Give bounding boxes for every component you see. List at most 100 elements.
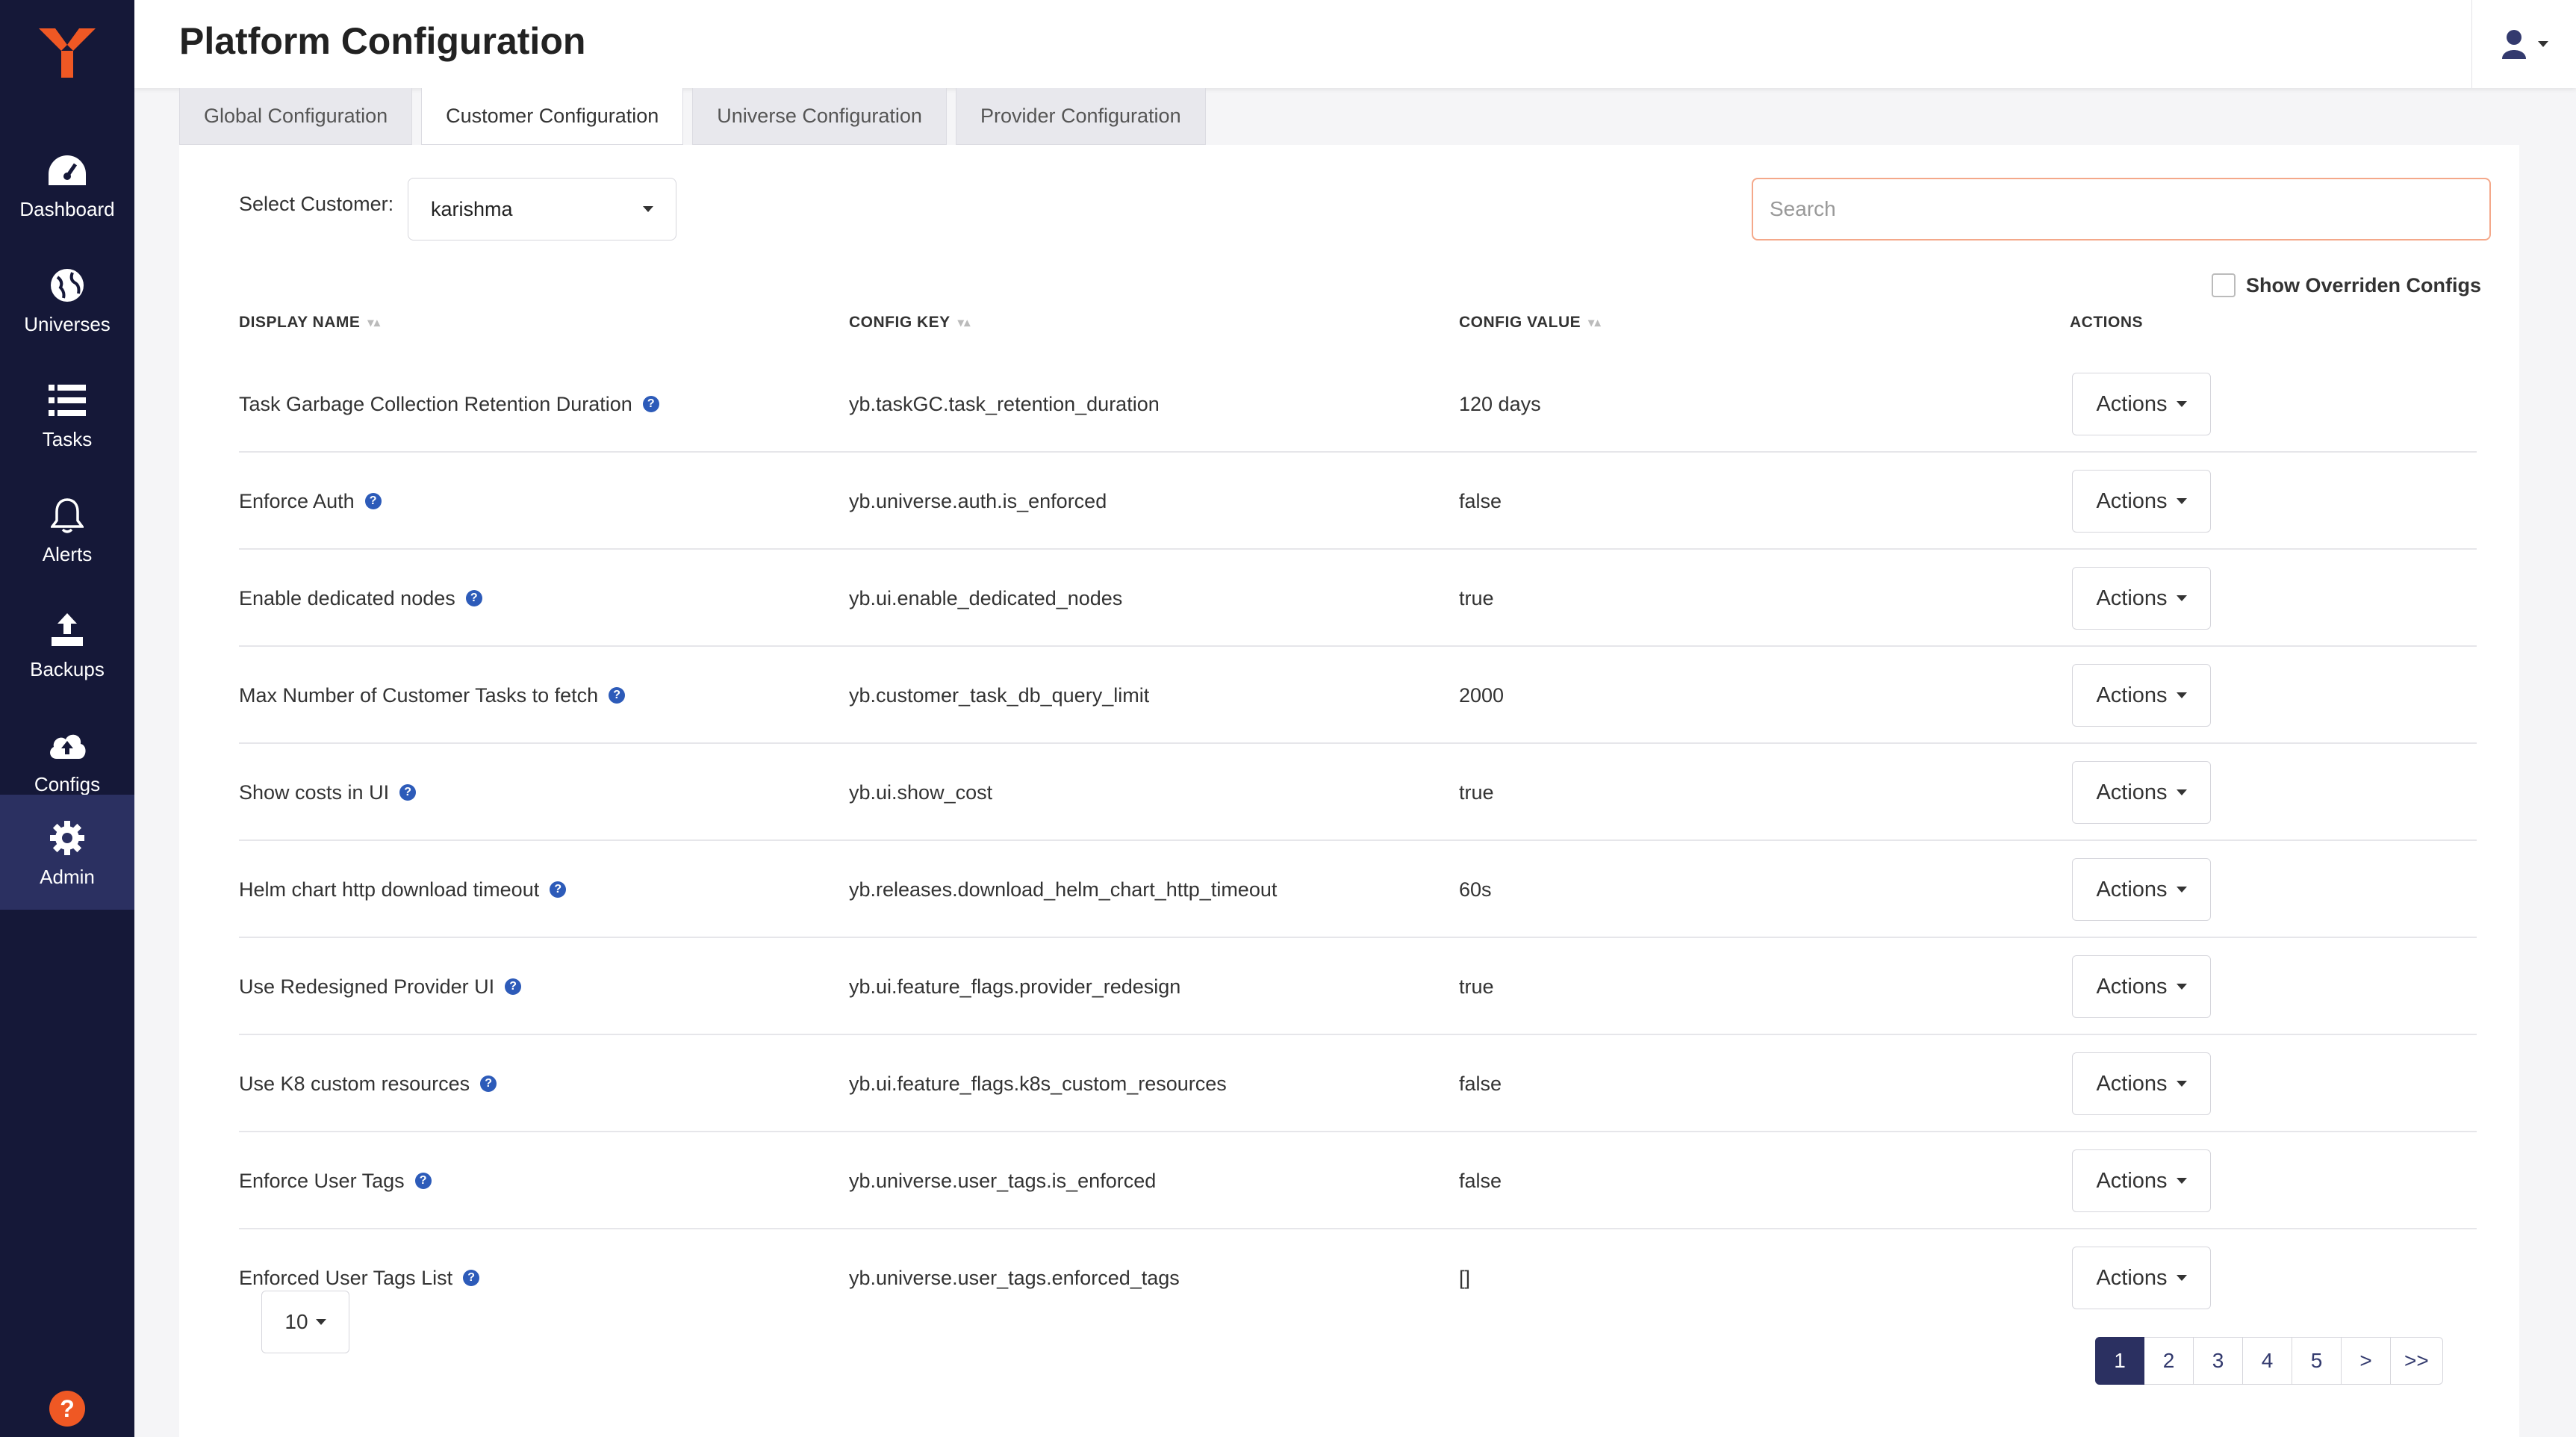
actions-button[interactable]: Actions	[2072, 955, 2211, 1018]
column-header-config-value[interactable]: CONFIG VALUE ▾▴	[1459, 314, 1601, 332]
show-overridden-toggle[interactable]: Show Overriden Configs	[2212, 273, 2481, 297]
actions-button[interactable]: Actions	[2072, 1247, 2211, 1309]
display-name-cell: Use K8 custom resources?	[239, 1035, 497, 1132]
config-value-cell: true	[1459, 780, 1494, 804]
bell-icon	[46, 494, 89, 537]
actions-button[interactable]: Actions	[2072, 664, 2211, 727]
last-page-button[interactable]: >>	[2391, 1337, 2443, 1385]
user-menu[interactable]	[2471, 0, 2576, 88]
actions-label: Actions	[2096, 391, 2168, 416]
page-size-value: 10	[284, 1310, 308, 1333]
column-header-label: ACTIONS	[2070, 314, 2143, 331]
display-name: Enforced User Tags List	[239, 1266, 453, 1289]
yugabyte-logo[interactable]	[39, 28, 96, 78]
chevron-down-icon	[2176, 1275, 2187, 1281]
config-key-cell: yb.taskGC.task_retention_duration	[849, 392, 1160, 415]
info-icon[interactable]: ?	[465, 590, 482, 606]
chevron-down-icon	[315, 1319, 326, 1325]
actions-button[interactable]: Actions	[2072, 1149, 2211, 1212]
actions-label: Actions	[2096, 586, 2168, 610]
table-row: Task Garbage Collection Retention Durati…	[239, 356, 2477, 453]
sidebar-item-label: Dashboard	[19, 197, 115, 220]
column-header-display-name[interactable]: DISPLAY NAME ▾▴	[239, 314, 380, 332]
column-header-label: CONFIG VALUE	[1459, 314, 1581, 331]
page-title: Platform Configuration	[179, 20, 586, 62]
display-name-cell: Max Number of Customer Tasks to fetch?	[239, 647, 626, 744]
actions-button[interactable]: Actions	[2072, 373, 2211, 435]
customer-select[interactable]: karishma	[408, 178, 676, 240]
sidebar: Dashboard Universes Tasks Alerts Backups…	[0, 0, 134, 1437]
actions-button[interactable]: Actions	[2072, 567, 2211, 630]
column-header-label: CONFIG KEY	[849, 314, 951, 331]
sidebar-item-backups[interactable]: Backups	[0, 587, 134, 702]
page-button-5[interactable]: 5	[2292, 1337, 2342, 1385]
page-button-2[interactable]: 2	[2144, 1337, 2194, 1385]
config-value-cell: 60s	[1459, 878, 1492, 901]
column-header-actions: ACTIONS	[2070, 314, 2143, 332]
display-name: Enable dedicated nodes	[239, 586, 455, 609]
display-name-cell: Helm chart http download timeout?	[239, 841, 567, 938]
next-page-button[interactable]: >	[2342, 1337, 2391, 1385]
actions-button[interactable]: Actions	[2072, 1052, 2211, 1115]
page-size-select[interactable]: 10	[261, 1291, 349, 1353]
sidebar-item-label: Universes	[24, 312, 111, 335]
display-name: Enforce User Tags	[239, 1169, 405, 1192]
sidebar-item-dashboard[interactable]: Dashboard	[0, 127, 134, 242]
actions-label: Actions	[2096, 877, 2168, 901]
actions-button[interactable]: Actions	[2072, 761, 2211, 824]
table-row: Use Redesigned Provider UI? yb.ui.feature…	[239, 938, 2477, 1035]
help-icon[interactable]: ?	[49, 1391, 85, 1427]
config-value-cell: false	[1459, 1169, 1502, 1192]
actions-button[interactable]: Actions	[2072, 858, 2211, 921]
actions-button[interactable]: Actions	[2072, 470, 2211, 533]
display-name: Task Garbage Collection Retention Durati…	[239, 392, 632, 415]
info-icon[interactable]: ?	[609, 687, 626, 704]
select-customer-label: Select Customer:	[239, 193, 394, 215]
display-name: Helm chart http download timeout	[239, 878, 540, 901]
sidebar-item-admin[interactable]: Admin	[0, 795, 134, 910]
sidebar-item-label: Tasks	[42, 427, 93, 450]
customer-select-value: karishma	[431, 197, 513, 220]
info-icon[interactable]: ?	[480, 1076, 497, 1092]
table-row: Enforce User Tags? yb.universe.user_tags.…	[239, 1132, 2477, 1229]
config-value-cell: false	[1459, 1072, 1502, 1095]
sidebar-item-universes[interactable]: Universes	[0, 242, 134, 357]
tab-provider-configuration[interactable]: Provider Configuration	[955, 88, 1206, 145]
page-button-3[interactable]: 3	[2194, 1337, 2243, 1385]
chevron-down-icon	[2176, 984, 2187, 990]
tab-global-configuration[interactable]: Global Configuration	[179, 88, 413, 145]
config-value-cell: []	[1459, 1266, 1471, 1289]
chevron-down-icon	[2176, 789, 2187, 795]
config-value-cell: 120 days	[1459, 392, 1541, 415]
page-button-4[interactable]: 4	[2243, 1337, 2292, 1385]
info-icon[interactable]: ?	[414, 1173, 432, 1189]
info-icon[interactable]: ?	[642, 396, 659, 412]
info-icon[interactable]: ?	[463, 1270, 480, 1286]
info-icon[interactable]: ?	[505, 978, 522, 995]
search-input[interactable]	[1752, 178, 2491, 240]
tab-customer-configuration[interactable]: Customer Configuration	[421, 88, 684, 145]
info-icon[interactable]: ?	[550, 881, 567, 898]
cloud-upload-icon	[46, 724, 89, 767]
show-overridden-checkbox[interactable]	[2212, 273, 2236, 297]
sidebar-item-alerts[interactable]: Alerts	[0, 472, 134, 587]
actions-label: Actions	[2096, 780, 2168, 804]
config-key-cell: yb.customer_task_db_query_limit	[849, 683, 1150, 707]
page-button-1[interactable]: 1	[2095, 1337, 2144, 1385]
sort-icon: ▾▴	[1588, 317, 1602, 329]
info-icon[interactable]: ?	[364, 493, 382, 509]
table-header: DISPLAY NAME ▾▴ CONFIG KEY ▾▴ CONFIG VALUE…	[239, 314, 2477, 351]
sidebar-item-tasks[interactable]: Tasks	[0, 357, 134, 472]
show-overridden-label: Show Overriden Configs	[2246, 273, 2482, 297]
display-name: Max Number of Customer Tasks to fetch	[239, 683, 599, 707]
config-value-cell: true	[1459, 586, 1494, 609]
chevron-down-icon	[2176, 595, 2187, 601]
dashboard-icon	[46, 149, 89, 192]
user-icon	[2501, 30, 2526, 59]
column-header-config-key[interactable]: CONFIG KEY ▾▴	[849, 314, 971, 332]
actions-label: Actions	[2096, 1265, 2168, 1290]
info-icon[interactable]: ?	[399, 784, 417, 801]
tab-universe-configuration[interactable]: Universe Configuration	[692, 88, 947, 145]
config-key-cell: yb.releases.download_helm_chart_http_tim…	[849, 878, 1278, 901]
pagination: 1 2 3 4 5 > >>	[2095, 1337, 2443, 1385]
